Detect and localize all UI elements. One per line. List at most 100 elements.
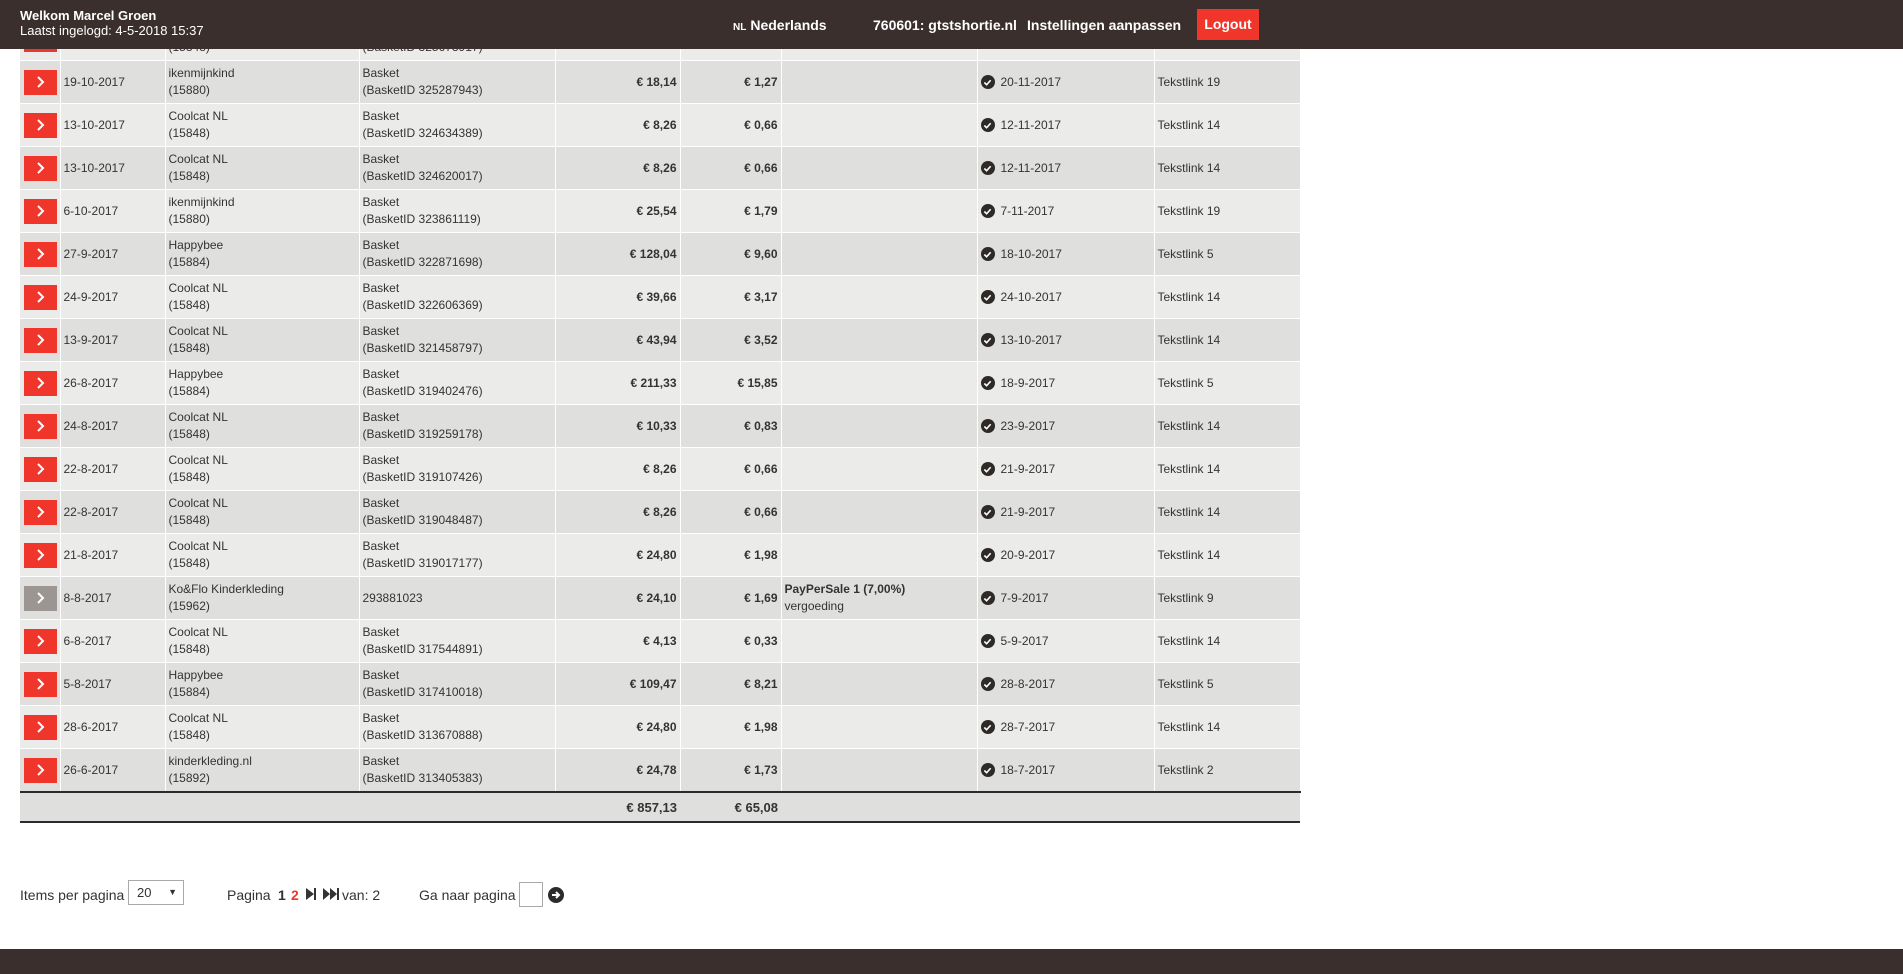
advertiser-id: (15880)	[168, 83, 210, 97]
commission-note-cell	[781, 103, 978, 147]
commission-cell: € 1,73	[680, 748, 782, 793]
chevron-right-icon	[36, 721, 44, 733]
row-detail-button[interactable]	[24, 69, 57, 95]
next-page-icon[interactable]	[304, 887, 318, 901]
basket-id: (BasketID 313405383)	[362, 771, 483, 785]
check-icon	[980, 376, 995, 390]
approved-cell: 21-9-2017	[977, 490, 1155, 534]
row-detail-button[interactable]	[24, 628, 57, 654]
welcome-block: Welkom Marcel Groen Laatst ingelogd: 4-5…	[20, 8, 204, 38]
source-cell: Tekstlink 14	[1154, 318, 1301, 362]
row-action-cell	[20, 189, 61, 233]
date-cell: 27-9-2017	[60, 232, 166, 276]
basket-id: (BasketID 319402476)	[362, 384, 483, 398]
go-arrow-icon[interactable]	[548, 887, 564, 903]
row-detail-button[interactable]	[24, 714, 57, 740]
chevron-right-icon	[36, 76, 44, 88]
date-cell: 26-8-2017	[60, 361, 166, 405]
description: Basket	[362, 281, 400, 295]
source-cell: Tekstlink 14	[1154, 275, 1301, 319]
row-detail-button[interactable]	[24, 585, 57, 611]
approved-date: 20-11-2017	[1000, 74, 1062, 89]
totals-row: € 857,13 € 65,08	[20, 791, 1300, 823]
check-icon	[980, 75, 995, 89]
basket-id: (BasketID 317410018)	[362, 685, 483, 699]
approved-date: 18-7-2017	[1000, 762, 1056, 777]
advertiser-name: Coolcat NL	[168, 539, 228, 553]
description-cell: Basket (BasketID 317410018)	[359, 662, 556, 706]
row-detail-button[interactable]	[24, 456, 57, 482]
date-cell: 22-8-2017	[60, 447, 166, 491]
commission-note-cell	[781, 189, 978, 233]
row-detail-button[interactable]	[24, 284, 57, 310]
advertiser-cell: Coolcat NL (15848)	[165, 275, 360, 319]
row-detail-button[interactable]	[24, 499, 57, 525]
approved-date: 20-9-2017	[1000, 547, 1056, 562]
flag-nl-icon: NL	[733, 22, 747, 33]
advertiser-cell: Coolcat NL (15848)	[165, 533, 360, 577]
chevron-right-icon	[36, 764, 44, 776]
table-row: 13-10-2017 Coolcat NL (15848) Basket (Basket…	[20, 146, 1301, 190]
approved-cell: 18-7-2017	[977, 748, 1155, 793]
page-link-2-current[interactable]: 2	[291, 887, 299, 903]
commission-cell: € 1,79	[680, 189, 782, 233]
page-link-1[interactable]: 1	[278, 887, 286, 903]
logout-button[interactable]: Logout	[1197, 9, 1259, 40]
approved-date: 21-9-2017	[1000, 504, 1056, 519]
advertiser-cell: Coolcat NL (15848)	[165, 103, 360, 147]
date-cell: 24-9-2017	[60, 275, 166, 319]
goto-page-input[interactable]	[519, 882, 543, 907]
advertiser-cell: kinderkleding.nl (15892)	[165, 748, 360, 793]
source-cell: Tekstlink 5	[1154, 232, 1301, 276]
advertiser-name: Coolcat NL	[168, 324, 228, 338]
footer-bar	[0, 949, 1903, 974]
approved-date: 7-11-2017	[1000, 203, 1055, 218]
approved-cell: 28-8-2017	[977, 662, 1155, 706]
row-detail-button[interactable]	[24, 327, 57, 353]
top-bar: Welkom Marcel Groen Laatst ingelogd: 4-5…	[0, 0, 1903, 49]
description: Basket	[362, 754, 400, 768]
items-per-page-select[interactable]: 20 ▼	[128, 880, 184, 905]
commission-note-cell	[781, 232, 978, 276]
row-detail-button[interactable]	[24, 112, 57, 138]
commission-note-cell	[781, 318, 978, 362]
row-action-cell	[20, 275, 61, 319]
advertiser-name: Coolcat NL	[168, 496, 228, 510]
last-page-icon[interactable]	[322, 887, 342, 901]
description-cell: Basket (BasketID 317544891)	[359, 619, 556, 663]
description: Basket	[362, 410, 400, 424]
approved-date: 23-9-2017	[1000, 418, 1056, 433]
advertiser-id: (15880)	[168, 212, 210, 226]
table-row: 24-9-2017 Coolcat NL (15848) Basket (BasketI…	[20, 275, 1301, 319]
chevron-right-icon	[36, 205, 44, 217]
commission-note-cell	[781, 705, 978, 749]
check-icon	[980, 462, 995, 476]
description-cell: Basket (BasketID 319402476)	[359, 361, 556, 405]
check-icon	[980, 290, 995, 304]
row-detail-button[interactable]	[24, 542, 57, 568]
commission-note-cell	[781, 490, 978, 534]
row-detail-button[interactable]	[24, 198, 57, 224]
amount-cell: € 24,80	[555, 533, 681, 577]
total-commission: € 65,08	[680, 791, 781, 823]
row-detail-button[interactable]	[24, 241, 57, 267]
commission-cell: € 0,83	[680, 404, 782, 448]
advertiser-name: Coolcat NL	[168, 152, 228, 166]
basket-id: (BasketID 322871698)	[362, 255, 483, 269]
row-detail-button[interactable]	[24, 413, 57, 439]
amount-cell: € 39,66	[555, 275, 681, 319]
row-detail-button[interactable]	[24, 671, 57, 697]
row-action-cell	[20, 318, 61, 362]
language-selector[interactable]: NL Nederlands	[733, 17, 827, 33]
commission-cell: € 15,85	[680, 361, 782, 405]
settings-link[interactable]: Instellingen aanpassen	[1027, 17, 1181, 33]
approved-cell: 13-10-2017	[977, 318, 1155, 362]
row-detail-button[interactable]	[24, 155, 57, 181]
source-cell: Tekstlink 14	[1154, 705, 1301, 749]
advertiser-name: Coolcat NL	[168, 410, 228, 424]
row-detail-button[interactable]	[24, 370, 57, 396]
dropdown-caret-icon: ▼	[168, 887, 177, 897]
description: Basket	[362, 195, 400, 209]
row-detail-button[interactable]	[24, 757, 57, 783]
advertiser-cell: Happybee (15884)	[165, 361, 360, 405]
